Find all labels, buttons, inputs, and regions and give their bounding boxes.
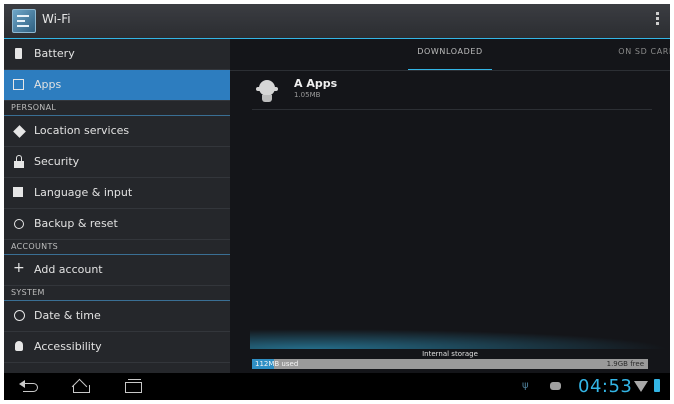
accessibility-icon xyxy=(15,341,23,351)
battery-status-icon xyxy=(654,379,660,392)
section-header-personal: PERSONAL xyxy=(4,101,230,116)
storage-used-text: 112MB used xyxy=(255,360,299,368)
app-list-item[interactable]: A Apps 1.05MB xyxy=(252,75,652,110)
sidebar-item-battery[interactable]: Battery xyxy=(4,39,230,70)
sidebar-item-add-account[interactable]: + Add account xyxy=(4,255,230,286)
overflow-menu-icon[interactable] xyxy=(656,12,660,28)
sidebar-item-date-time[interactable]: Date & time xyxy=(4,301,230,332)
back-button[interactable] xyxy=(18,379,40,393)
storage-graph-glow xyxy=(250,329,670,349)
section-header-system: SYSTEM xyxy=(4,286,230,301)
sidebar-item-label: Accessibility xyxy=(34,340,102,353)
battery-icon xyxy=(15,48,22,59)
wifi-signal-icon xyxy=(634,381,648,392)
sidebar-item-label: Date & time xyxy=(34,309,101,322)
system-bar: ψ 04:53 xyxy=(4,373,670,400)
sidebar-item-apps[interactable]: Apps xyxy=(4,70,230,101)
sidebar-item-language-input[interactable]: Language & input xyxy=(4,178,230,209)
section-header-label: PERSONAL xyxy=(11,103,57,112)
settings-app-icon[interactable] xyxy=(12,9,36,33)
sidebar-item-accessibility[interactable]: Accessibility xyxy=(4,332,230,363)
app-name: A Apps xyxy=(294,77,338,90)
notification-chat-icon[interactable] xyxy=(550,382,561,390)
section-header-label: SYSTEM xyxy=(11,288,45,297)
tab-downloaded[interactable]: DOWNLOADED xyxy=(408,47,492,71)
section-header-label: ACCOUNTS xyxy=(11,242,59,251)
status-clock[interactable]: 04:53 xyxy=(578,376,632,397)
sidebar-item-label: Apps xyxy=(34,78,62,91)
plus-icon: + xyxy=(13,260,25,276)
section-header-accounts: ACCOUNTS xyxy=(4,240,230,255)
sidebar-item-backup-reset[interactable]: Backup & reset xyxy=(4,209,230,240)
storage-bar: 112MB used 1.9GB free xyxy=(252,359,648,369)
storage-free-text: 1.9GB free xyxy=(606,360,644,368)
tablet-screen: Wi-Fi Battery Apps PERSONAL Location servic… xyxy=(4,4,670,400)
clock-icon xyxy=(14,310,25,321)
usb-icon: ψ xyxy=(522,380,529,391)
settings-sidebar: Battery Apps PERSONAL Location services Secu… xyxy=(4,39,230,373)
page-title: Wi-Fi xyxy=(42,12,71,26)
lock-icon xyxy=(14,155,24,168)
backup-icon xyxy=(14,219,24,229)
sidebar-item-location-services[interactable]: Location services xyxy=(4,116,230,147)
sidebar-item-label: Backup & reset xyxy=(34,217,118,230)
action-bar: Wi-Fi xyxy=(4,4,670,39)
sidebar-item-security[interactable]: Security xyxy=(4,147,230,178)
app-size: 1.05MB xyxy=(294,91,321,99)
recent-apps-button[interactable] xyxy=(122,379,144,393)
sidebar-item-label: Add account xyxy=(34,263,103,276)
home-button[interactable] xyxy=(70,379,92,393)
android-icon xyxy=(254,77,280,105)
tabs-divider xyxy=(230,70,670,71)
tab-on-sd-card[interactable]: ON SD CARD xyxy=(612,47,670,69)
apps-panel: DOWNLOADED ON SD CARD A Apps 1.05MB Inte… xyxy=(230,39,670,373)
apps-icon xyxy=(13,79,24,90)
sidebar-item-label: Location services xyxy=(34,124,130,137)
sidebar-item-label: Language & input xyxy=(34,186,133,199)
sidebar-item-label: Battery xyxy=(34,47,75,60)
language-icon xyxy=(13,187,23,197)
location-icon xyxy=(13,125,26,138)
sidebar-item-label: Security xyxy=(34,155,80,168)
storage-label: Internal storage xyxy=(422,350,478,358)
